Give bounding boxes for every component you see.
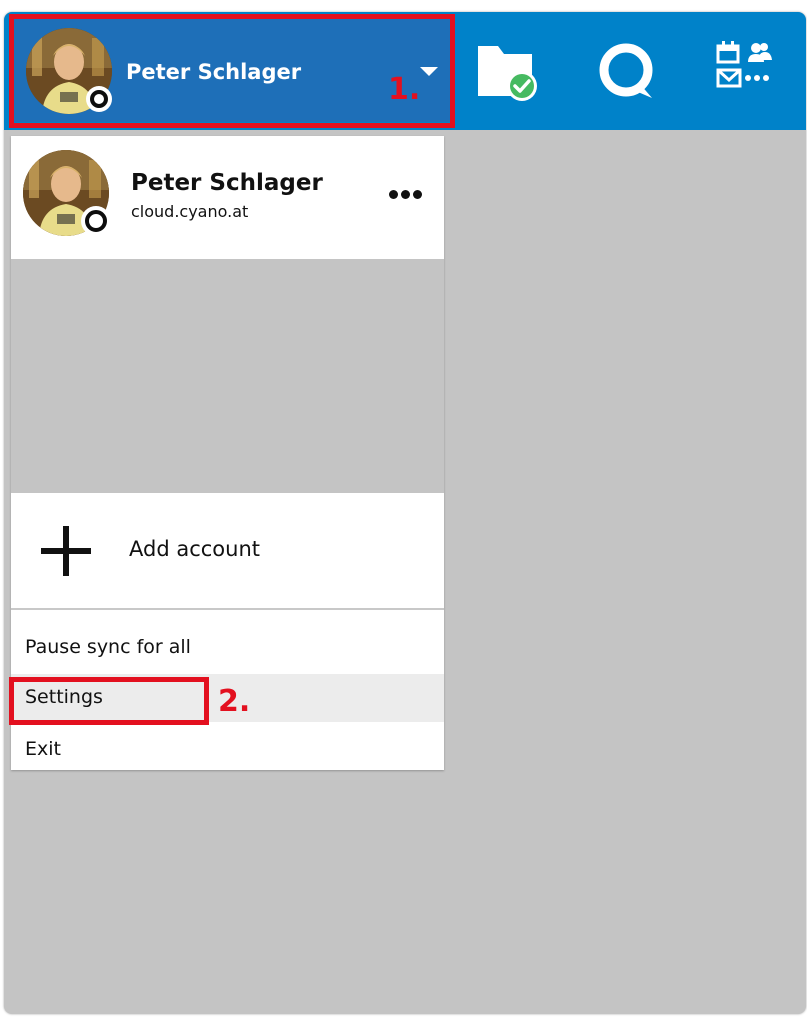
menu-item-label: Exit [25,738,61,760]
more-options-icon[interactable] [383,178,427,208]
talk-icon[interactable] [596,38,668,110]
header-account-name: Peter Schlager [126,60,302,84]
plus-icon [41,526,91,576]
account-row[interactable]: Peter Schlager cloud.cyano.at [11,136,444,259]
menu-item-pause-sync[interactable]: Pause sync for all [11,624,444,672]
status-indicator-icon [81,206,111,236]
menu-divider [11,608,444,610]
account-name: Peter Schlager [131,170,323,196]
account-menu: Peter Schlager cloud.cyano.at Add accoun… [11,136,444,770]
add-account-label: Add account [129,537,260,561]
menu-item-label: Settings [25,686,103,708]
add-account-button[interactable]: Add account [11,493,444,608]
chevron-down-icon [420,67,438,76]
client-window: Peter Schlager Peter Schlager cloud.cyan… [4,12,806,1014]
annotation-label-step1: 1. [388,72,421,107]
menu-item-label: Pause sync for all [25,636,191,658]
account-list-empty-area [11,259,444,493]
header-bar: Peter Schlager [4,12,806,130]
folder-sync-check-icon[interactable] [476,38,548,110]
status-indicator-icon [86,86,112,112]
account-server: cloud.cyano.at [131,202,249,221]
menu-item-exit[interactable]: Exit [11,726,444,774]
annotation-label-step2: 2. [218,684,251,719]
apps-grid-icon[interactable] [712,38,784,110]
account-switcher-button[interactable]: Peter Schlager [10,16,450,122]
